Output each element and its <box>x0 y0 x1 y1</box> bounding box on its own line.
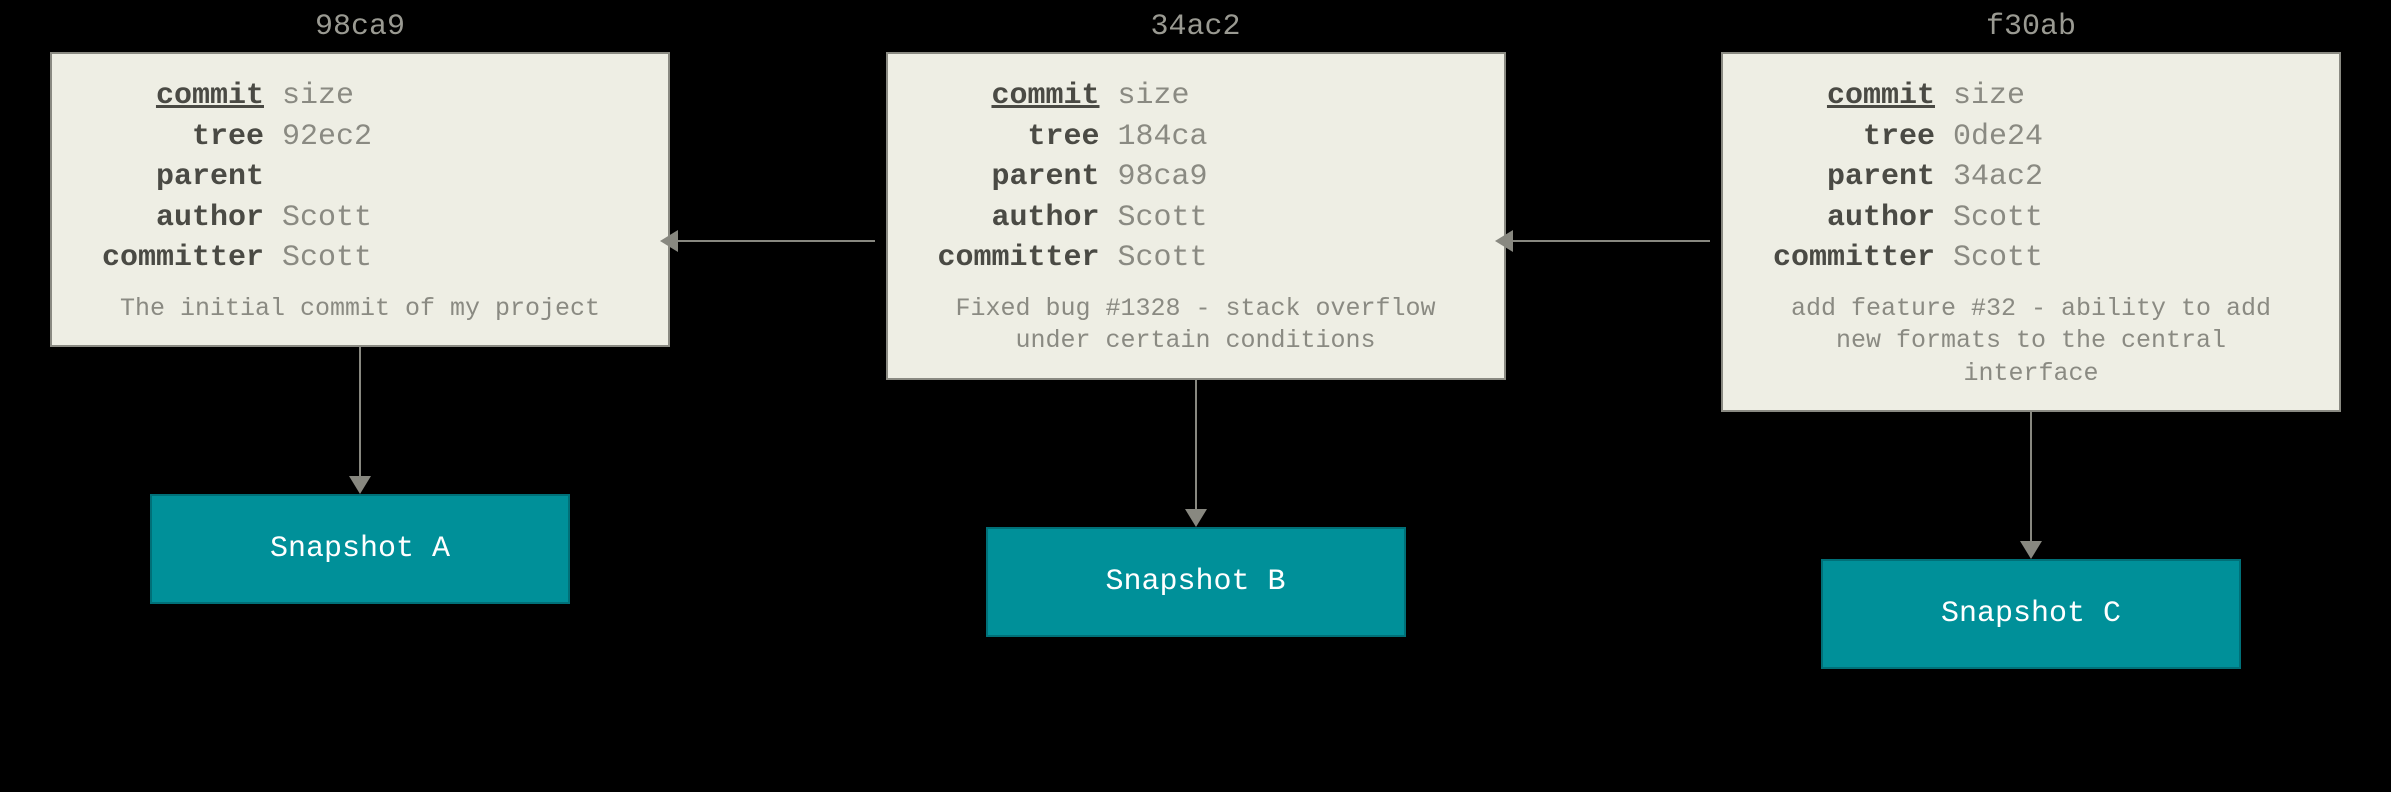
field-value: Scott <box>1953 238 2043 279</box>
field-key: committer <box>1753 238 1953 279</box>
field-key: committer <box>82 238 282 279</box>
commit-message: Fixed bug #1328 - stack overflow under c… <box>918 293 1474 358</box>
commit-hash: 98ca9 <box>315 10 405 44</box>
commit-field-committer: committer Scott <box>1753 238 2309 279</box>
commit-column-0: 98ca9 commit size tree 92ec2 parent auth… <box>40 10 680 604</box>
field-value: size <box>1118 76 1190 117</box>
field-value: 184ca <box>1118 117 1208 158</box>
arrow-left-icon <box>1495 230 1710 252</box>
field-key: commit <box>918 76 1118 117</box>
field-key: tree <box>1753 117 1953 158</box>
field-key: commit <box>82 76 282 117</box>
snapshot-box: Snapshot B <box>986 527 1406 637</box>
commit-field-committer: committer Scott <box>918 238 1474 279</box>
commit-box: commit size tree 0de24 parent 34ac2 auth… <box>1721 52 2341 412</box>
field-value: Scott <box>282 238 372 279</box>
commit-field-commit: commit size <box>82 76 638 117</box>
field-key: parent <box>1753 157 1953 198</box>
arrow-down-icon <box>2020 412 2042 559</box>
field-key: author <box>1753 198 1953 239</box>
field-key: author <box>918 198 1118 239</box>
arrow-left-icon <box>660 230 875 252</box>
field-value: size <box>282 76 354 117</box>
commit-box: commit size tree 92ec2 parent author Sco… <box>50 52 670 347</box>
commit-field-author: author Scott <box>918 198 1474 239</box>
field-value: Scott <box>1953 198 2043 239</box>
commit-hash: f30ab <box>1986 10 2076 44</box>
commit-field-commit: commit size <box>918 76 1474 117</box>
field-value: Scott <box>1118 198 1208 239</box>
field-key: author <box>82 198 282 239</box>
field-key: committer <box>918 238 1118 279</box>
commit-message: The initial commit of my project <box>82 293 638 326</box>
commit-field-commit: commit size <box>1753 76 2309 117</box>
commit-field-author: author Scott <box>82 198 638 239</box>
field-value: 0de24 <box>1953 117 2043 158</box>
field-value: Scott <box>1118 238 1208 279</box>
commit-hash: 34ac2 <box>1150 10 1240 44</box>
field-value: Scott <box>282 198 372 239</box>
field-value: 34ac2 <box>1953 157 2043 198</box>
commit-column-2: f30ab commit size tree 0de24 parent 34ac… <box>1711 10 2351 669</box>
field-value: 98ca9 <box>1118 157 1208 198</box>
commit-field-parent: parent 34ac2 <box>1753 157 2309 198</box>
commit-message: add feature #32 - ability to add new for… <box>1753 293 2309 391</box>
commit-field-tree: tree 184ca <box>918 117 1474 158</box>
field-key: commit <box>1753 76 1953 117</box>
commit-field-committer: committer Scott <box>82 238 638 279</box>
field-key: parent <box>82 157 282 198</box>
commit-field-author: author Scott <box>1753 198 2309 239</box>
field-key: parent <box>918 157 1118 198</box>
field-value: 92ec2 <box>282 117 372 158</box>
commit-field-parent: parent 98ca9 <box>918 157 1474 198</box>
field-key: tree <box>918 117 1118 158</box>
snapshot-box: Snapshot A <box>150 494 570 604</box>
field-value: size <box>1953 76 2025 117</box>
commit-field-parent: parent <box>82 157 638 198</box>
arrow-down-icon <box>349 347 371 494</box>
snapshot-box: Snapshot C <box>1821 559 2241 669</box>
commit-field-tree: tree 0de24 <box>1753 117 2309 158</box>
diagram-container: 98ca9 commit size tree 92ec2 parent auth… <box>0 0 2391 792</box>
arrow-down-icon <box>1185 380 1207 527</box>
field-key: tree <box>82 117 282 158</box>
commit-field-tree: tree 92ec2 <box>82 117 638 158</box>
commit-box: commit size tree 184ca parent 98ca9 auth… <box>886 52 1506 380</box>
commit-column-1: 34ac2 commit size tree 184ca parent 98ca… <box>876 10 1516 637</box>
